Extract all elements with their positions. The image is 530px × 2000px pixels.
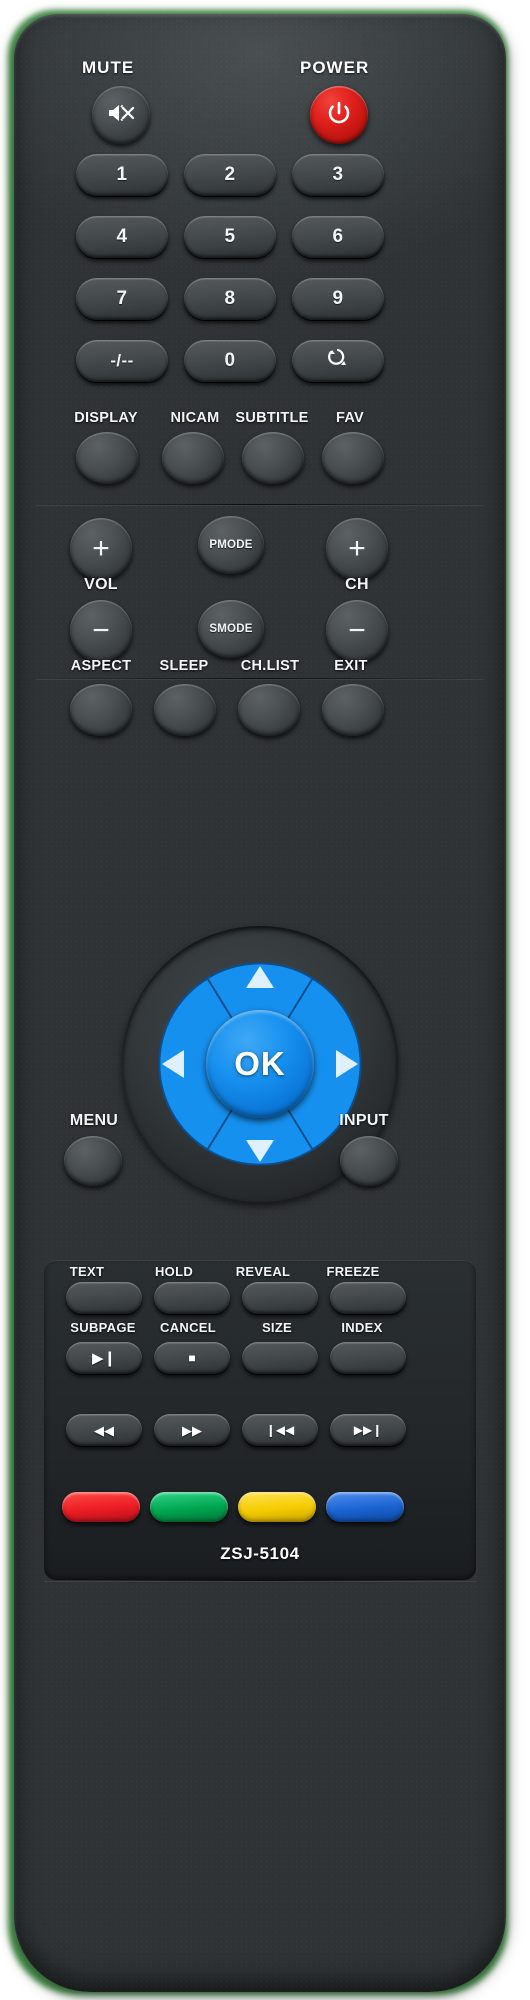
label-fav: FAV (335, 410, 365, 426)
label-sleep: SLEEP (159, 658, 209, 674)
rewind-button[interactable]: ◀◀ (66, 1414, 142, 1446)
ok-label: OK (234, 1045, 286, 1082)
label-text: TEXT (69, 1264, 105, 1279)
key-7[interactable]: 7 (76, 278, 168, 320)
stop-button[interactable]: ■ (154, 1342, 230, 1374)
key-4[interactable]: 4 (76, 216, 168, 258)
model-number: ZSJ-5104 (220, 1544, 300, 1563)
reveal-button[interactable] (242, 1282, 318, 1314)
label-reveal: REVEAL (235, 1264, 291, 1279)
media-blank-button-1[interactable] (242, 1342, 318, 1374)
ch-label: CH (345, 576, 369, 593)
ch-list-button[interactable] (238, 684, 300, 736)
input-label: INPUT (339, 1112, 389, 1129)
minus-icon: − (348, 614, 366, 647)
minus-icon: − (92, 614, 110, 647)
volume-up-button[interactable]: + (70, 518, 132, 580)
pmode-label: PMODE (209, 539, 253, 551)
recall-return-icon (325, 348, 351, 374)
key-1[interactable]: 1 (76, 154, 168, 196)
volume-down-button[interactable]: − (70, 600, 132, 662)
plus-icon: + (348, 532, 366, 565)
label-index: INDEX (341, 1320, 383, 1335)
input-button[interactable] (340, 1136, 398, 1186)
mute-label: MUTE (82, 58, 135, 77)
key-5[interactable]: 5 (184, 216, 276, 258)
remote-control-body: MUTE POWER 1 2 3 4 5 6 7 8 9 -/-- 0 DISP… (14, 14, 506, 1992)
sleep-button[interactable] (154, 684, 216, 736)
power-icon (326, 100, 352, 131)
fast-forward-button[interactable]: ▶▶ (154, 1414, 230, 1446)
hold-button[interactable] (154, 1282, 230, 1314)
label-display: DISPLAY (74, 410, 138, 426)
subtitle-button[interactable] (242, 432, 304, 484)
sound-mode-button[interactable]: SMODE (198, 600, 264, 658)
green-key[interactable] (150, 1492, 228, 1522)
key-8[interactable]: 8 (184, 278, 276, 320)
label-hold: HOLD (154, 1264, 194, 1279)
power-button[interactable] (310, 86, 368, 144)
label-chlist: CH.LIST (240, 658, 300, 674)
picture-mode-button[interactable]: PMODE (198, 516, 264, 574)
play-pause-button[interactable]: ▶❙ (66, 1342, 142, 1374)
next-track-button[interactable]: ▶▶❙ (330, 1414, 406, 1446)
mute-speaker-icon (106, 101, 136, 130)
key-2[interactable]: 2 (184, 154, 276, 196)
nicam-button[interactable] (162, 432, 224, 484)
blue-key[interactable] (326, 1492, 404, 1522)
previous-track-button[interactable]: ❙◀◀ (242, 1414, 318, 1446)
label-freeze: FREEZE (326, 1264, 380, 1279)
power-label: POWER (300, 58, 370, 77)
label-cancel: CANCEL (160, 1320, 216, 1335)
label-aspect: ASPECT (70, 658, 132, 674)
mute-button[interactable] (92, 86, 150, 144)
key-6[interactable]: 6 (292, 216, 384, 258)
yellow-key[interactable] (238, 1492, 316, 1522)
exit-button[interactable] (322, 684, 384, 736)
freeze-button[interactable] (330, 1282, 406, 1314)
plus-icon: + (92, 532, 110, 565)
key-9[interactable]: 9 (292, 278, 384, 320)
display-button[interactable] (76, 432, 138, 484)
label-subtitle: SUBTITLE (235, 410, 309, 426)
vol-label: VOL (84, 576, 118, 593)
menu-label: MENU (69, 1112, 119, 1129)
label-subpage: SUBPAGE (70, 1320, 136, 1335)
smode-label: SMODE (209, 623, 253, 635)
key-0[interactable]: 0 (184, 340, 276, 382)
label-exit: EXIT (334, 658, 368, 674)
key-3[interactable]: 3 (292, 154, 384, 196)
aspect-button[interactable] (70, 684, 132, 736)
label-size: SIZE (261, 1320, 293, 1335)
red-key[interactable] (62, 1492, 140, 1522)
menu-button[interactable] (64, 1136, 122, 1186)
channel-up-button[interactable]: + (326, 518, 388, 580)
text-button[interactable] (66, 1282, 142, 1314)
channel-down-button[interactable]: − (326, 600, 388, 662)
ok-button[interactable]: OK (206, 1010, 314, 1118)
media-blank-button-2[interactable] (330, 1342, 406, 1374)
key-recall[interactable] (292, 340, 384, 382)
key-dash[interactable]: -/-- (76, 340, 168, 382)
fav-button[interactable] (322, 432, 384, 484)
